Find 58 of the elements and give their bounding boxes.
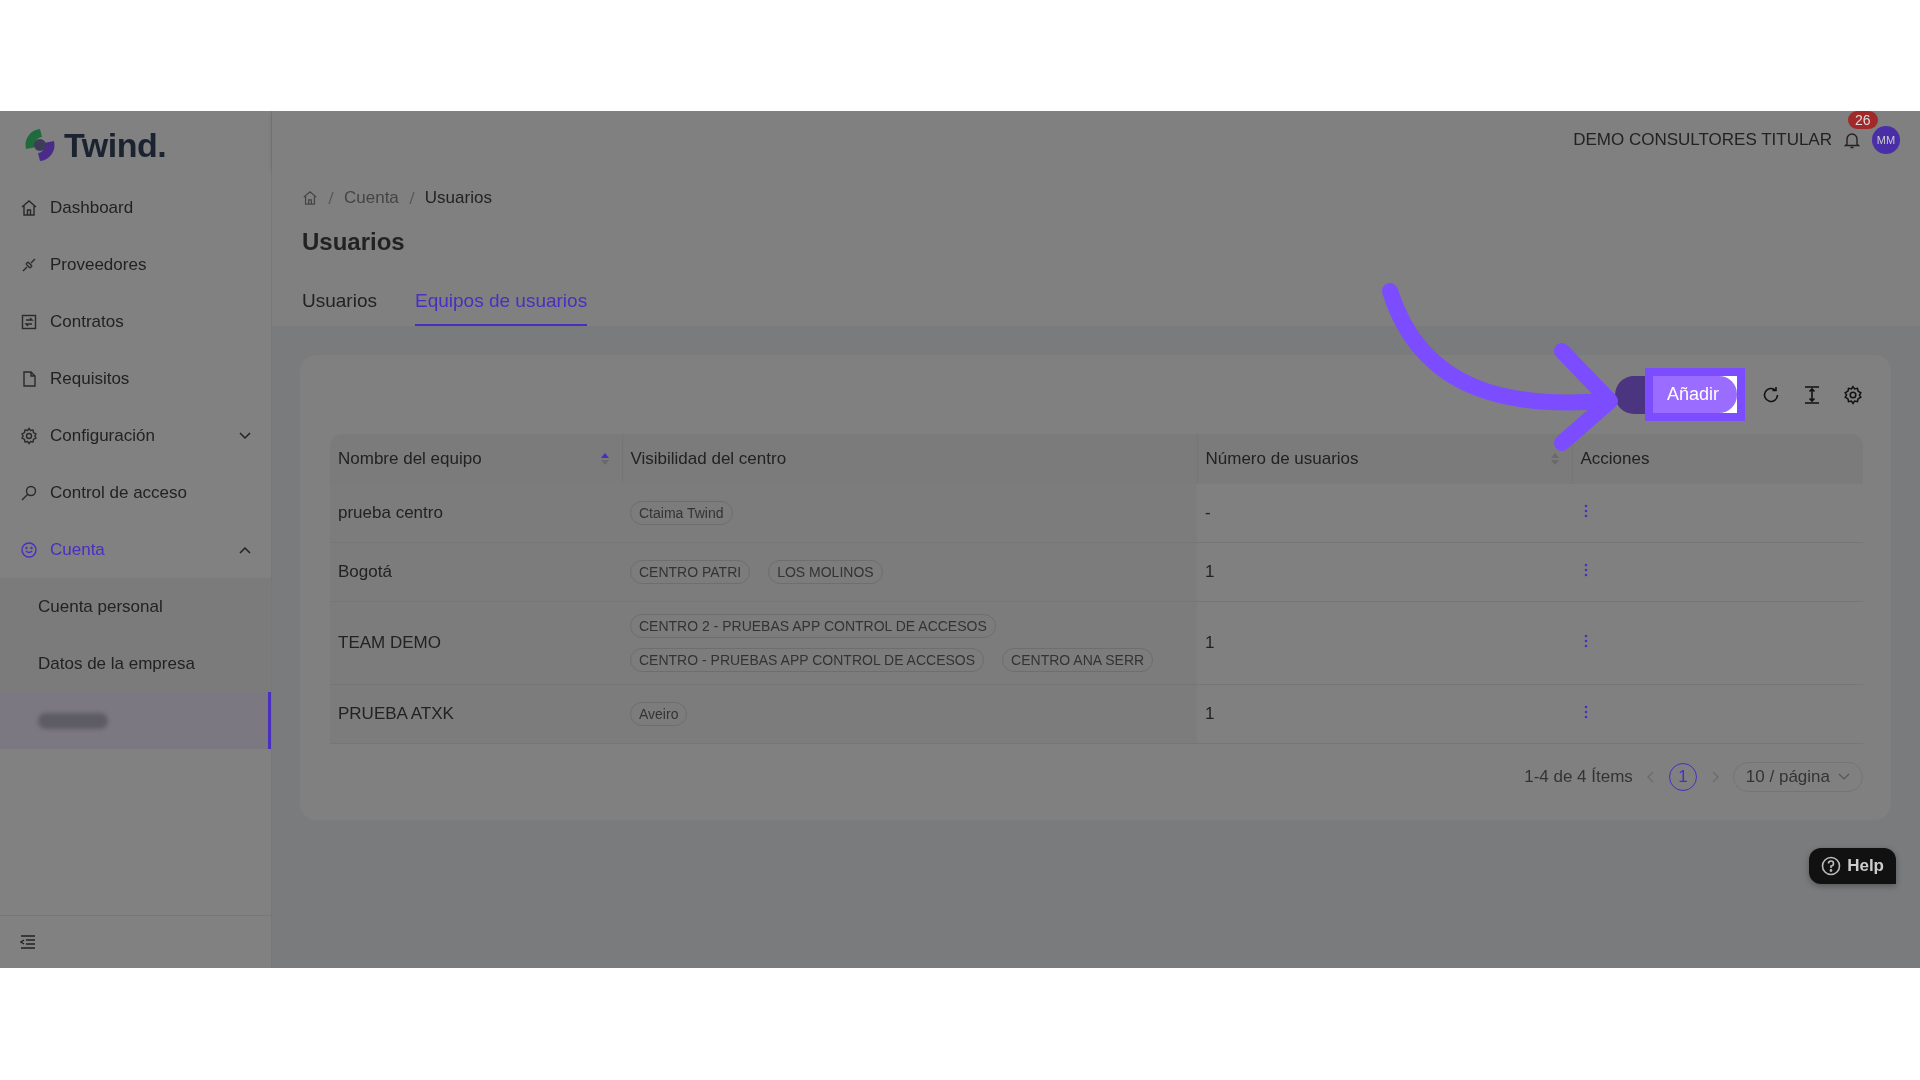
breadcrumb-separator (328, 191, 334, 205)
sidebar-subitem[interactable] (0, 692, 271, 749)
column-header: Número de usuarios (1197, 434, 1572, 484)
chevron-down-icon (1838, 773, 1850, 781)
sidebar-item[interactable]: Requisitos (0, 350, 271, 407)
chevron-up-icon (239, 545, 251, 554)
more-options-icon[interactable] (1584, 563, 1588, 577)
document-swap-icon (20, 312, 38, 331)
breadcrumb-link[interactable]: Cuenta (344, 188, 399, 208)
home-icon[interactable] (302, 190, 318, 206)
sort-icon[interactable] (1549, 452, 1560, 466)
more-options-icon[interactable] (1584, 705, 1588, 719)
tab[interactable]: Usuarios (302, 284, 377, 326)
table-cell: 1 (1197, 601, 1572, 685)
sidebar-item[interactable]: Proveedores (0, 236, 271, 293)
search-icon (20, 483, 38, 502)
file-icon (20, 369, 38, 388)
sort-icon[interactable] (599, 452, 610, 466)
account-name: DEMO CONSULTORES TITULAR (1573, 129, 1832, 150)
column-header: Acciones (1572, 434, 1863, 484)
button-edge (1614, 375, 1645, 414)
help-button[interactable]: Help (1809, 848, 1896, 884)
settings-icon[interactable] (1843, 384, 1863, 405)
chevron-down-icon (239, 431, 251, 440)
column-header: Visibilidad del centro (622, 434, 1197, 484)
more-options-icon[interactable] (1584, 504, 1588, 518)
sidebar-item[interactable]: Cuenta (0, 521, 271, 578)
refresh-icon[interactable] (1761, 384, 1781, 405)
pagination-summary: 1-4 de 4 Ítems (1524, 767, 1633, 787)
column-header: Nombre del equipo (330, 434, 622, 484)
home-icon (20, 198, 38, 217)
sidebar-item[interactable]: Dashboard (0, 179, 271, 236)
sidebar-item[interactable]: Contratos (0, 293, 271, 350)
gear-icon (20, 426, 38, 445)
logo-text: Twind. (64, 125, 167, 165)
table-cell: - (1197, 484, 1572, 543)
page-title: Usuarios (302, 228, 406, 256)
table-cell: Bogotá (330, 542, 622, 602)
sidebar-subitem[interactable]: Cuenta personal (0, 578, 271, 635)
sidebar-item[interactable]: Configuración (0, 407, 271, 464)
more-options-icon[interactable] (1584, 634, 1588, 648)
table-cell: prueba centro (330, 484, 622, 543)
sidebar-item[interactable]: Control de acceso (0, 464, 271, 521)
sidebar-subitem[interactable]: Datos de la empresa (0, 635, 271, 692)
help-icon (1821, 856, 1842, 876)
collapse-menu-icon[interactable] (20, 935, 36, 949)
tab[interactable]: Equipos de usuarios (415, 284, 588, 326)
blurred-label (38, 712, 108, 729)
smile-icon (20, 540, 38, 559)
breadcrumb-separator (408, 191, 415, 205)
avatar[interactable]: MM (1872, 125, 1900, 154)
table-cell: 1 (1197, 542, 1572, 602)
add-button[interactable]: Añadir (1652, 376, 1737, 413)
table-cell: TEAM DEMO (330, 601, 622, 685)
table-cell: PRUEBA ATXK (330, 684, 622, 744)
bell-icon[interactable] (1844, 130, 1860, 149)
table-cell: 1 (1197, 684, 1572, 744)
row-height-icon[interactable] (1803, 384, 1821, 405)
